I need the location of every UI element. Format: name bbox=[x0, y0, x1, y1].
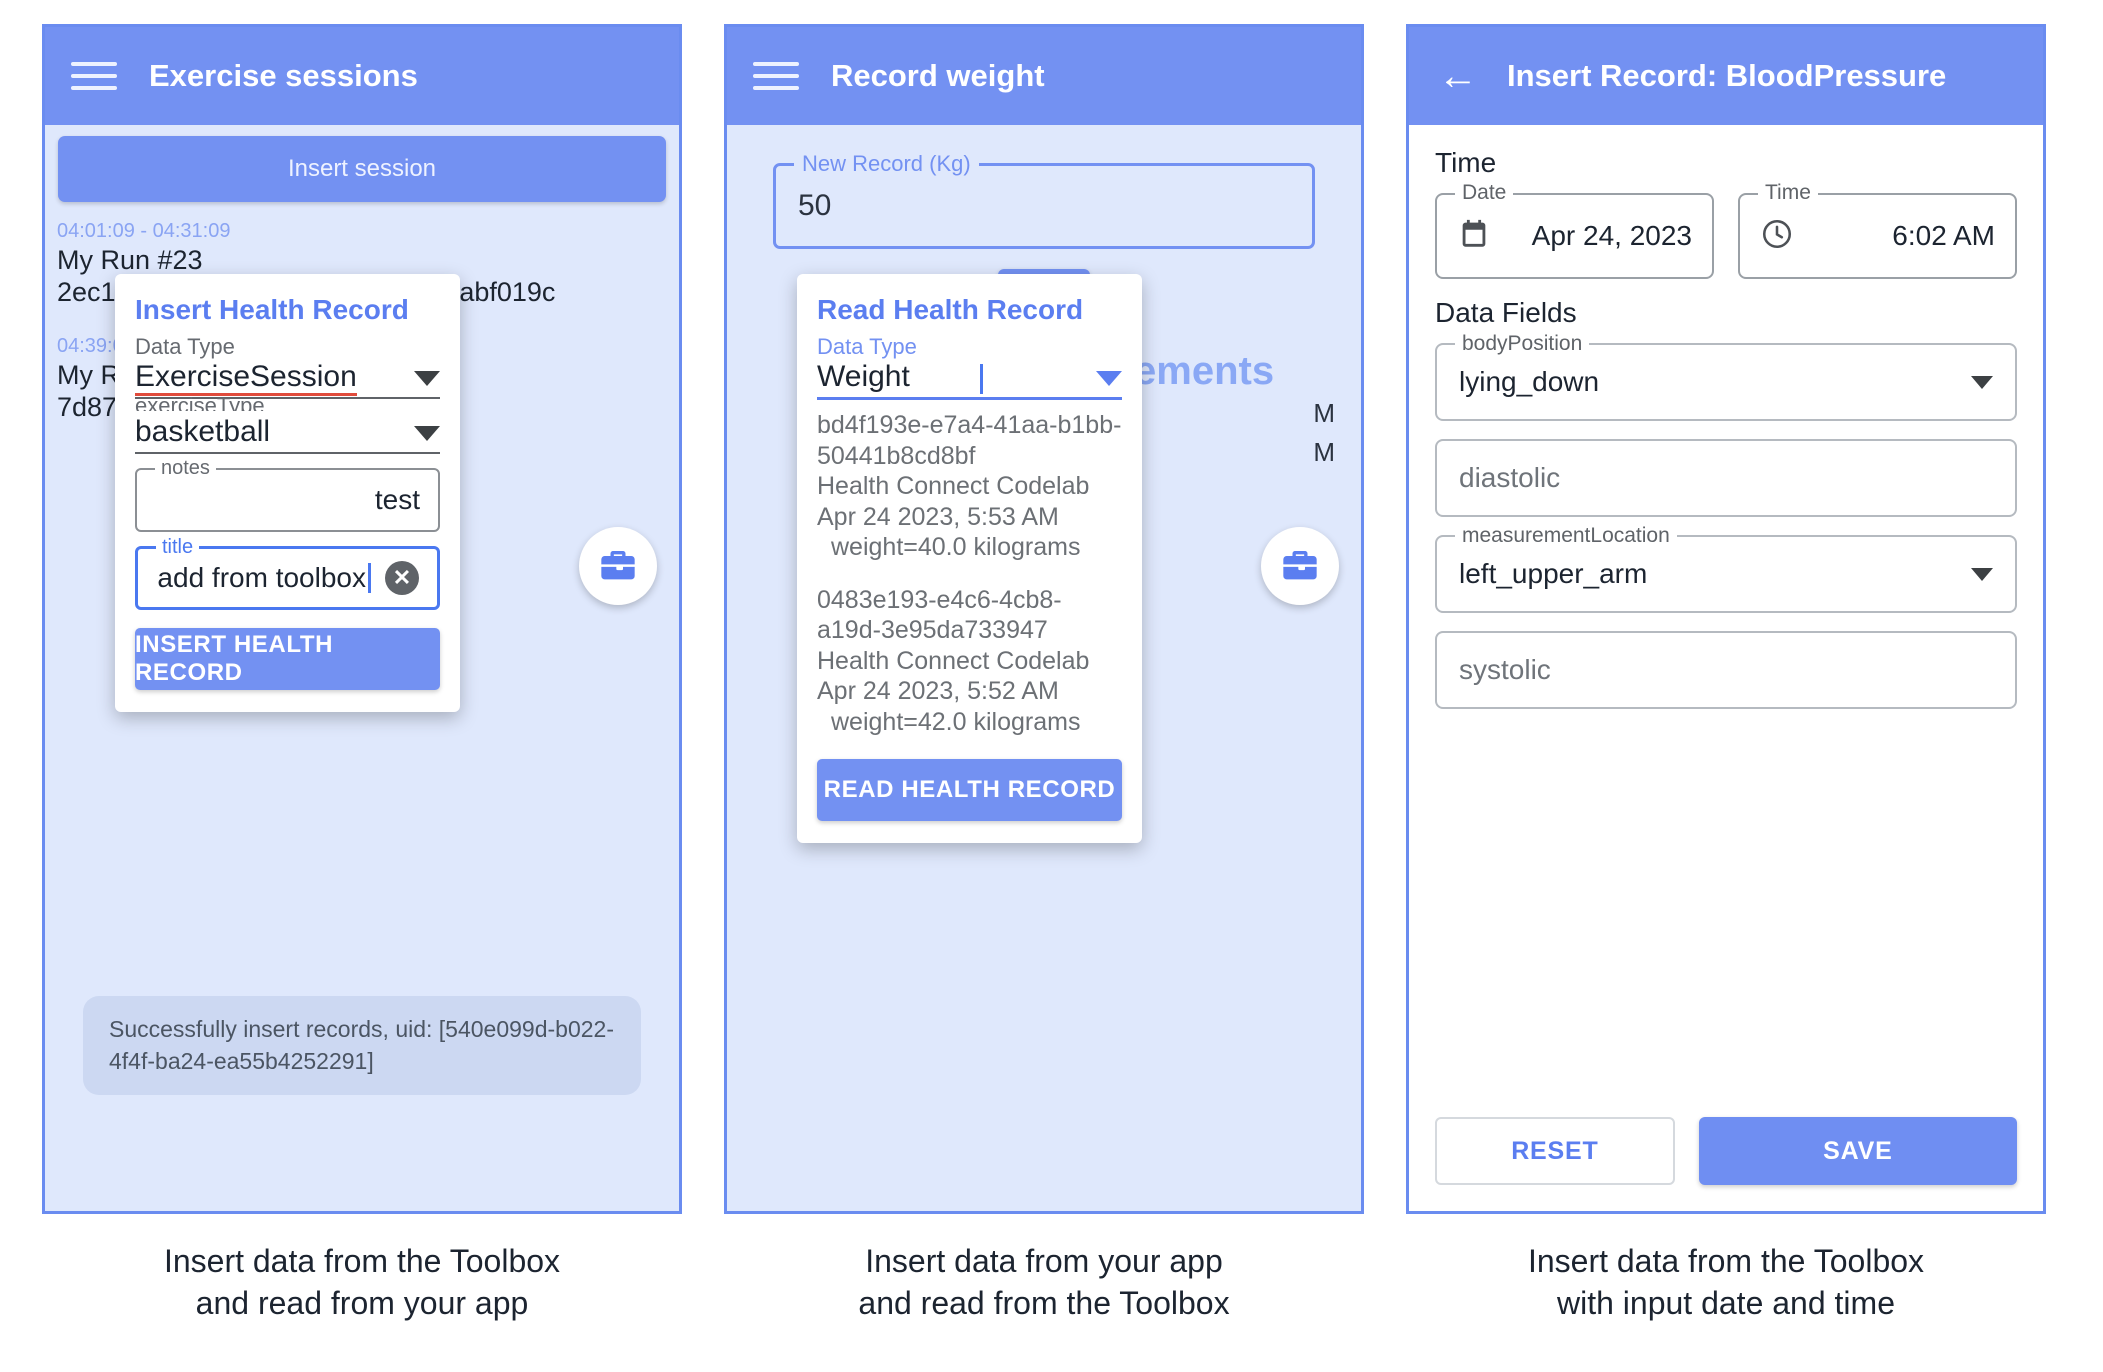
read-health-record-button[interactable]: READ HEALTH RECORD bbox=[817, 759, 1122, 821]
phone-frame-2: Record weight New Record (Kg) 50 Add Pre… bbox=[724, 24, 1364, 1214]
chevron-down-icon bbox=[414, 426, 440, 441]
record-timestamp: Apr 24 2023, 5:53 AM bbox=[817, 502, 1059, 531]
blood-pressure-form: Time Date Apr 24, 2023 Time 6:02 AM Data… bbox=[1409, 125, 2043, 709]
date-legend: Date bbox=[1455, 181, 1514, 205]
new-record-value: 50 bbox=[798, 189, 832, 222]
snackbar-message: Successfully insert records, uid: [540e0… bbox=[83, 995, 641, 1095]
toolbox-fab-1[interactable] bbox=[579, 527, 657, 605]
insert-health-record-button[interactable]: INSERT HEALTH RECORD bbox=[135, 628, 440, 690]
toolbox-icon bbox=[601, 551, 635, 580]
caption-2: Insert data from your app and read from … bbox=[858, 1243, 1230, 1322]
body-position-legend: bodyPosition bbox=[1455, 332, 1590, 356]
record-uid: 0483e193-e4c6-4cb8-a19d-3e95da733947 bbox=[817, 585, 1062, 645]
chevron-down-icon bbox=[414, 371, 440, 386]
notes-value: test bbox=[374, 484, 420, 515]
panel-record-weight: Record weight New Record (Kg) 50 Add Pre… bbox=[714, 24, 1374, 1324]
systolic-placeholder: systolic bbox=[1459, 654, 1551, 685]
record-source: Health Connect Codelab bbox=[817, 646, 1090, 675]
insert-health-record-dialog: Insert Health Record Data Type ExerciseS… bbox=[115, 274, 460, 712]
data-type-value: Weight bbox=[817, 360, 910, 393]
datetime-picker-row: Date Apr 24, 2023 Time 6:02 AM bbox=[1435, 181, 2017, 279]
title-field[interactable]: title add from toolbox ✕ bbox=[135, 536, 440, 610]
phone-frame-1: Exercise sessions Insert session 04:01:0… bbox=[42, 24, 682, 1214]
data-type-select[interactable]: Weight bbox=[817, 360, 1122, 400]
text-caret bbox=[368, 563, 371, 593]
data-type-label: Data Type bbox=[135, 334, 235, 359]
new-record-input[interactable]: New Record (Kg) 50 bbox=[773, 151, 1315, 249]
back-arrow-icon[interactable]: ← bbox=[1435, 53, 1481, 99]
read-health-record-dialog: Read Health Record Data Type Weight bd4f… bbox=[797, 274, 1142, 843]
title-label: title bbox=[156, 536, 200, 559]
form-actions: RESET SAVE bbox=[1435, 1117, 2017, 1185]
time-value: 6:02 AM bbox=[1892, 220, 1995, 251]
time-legend: Time bbox=[1758, 181, 1818, 205]
date-picker[interactable]: Date Apr 24, 2023 bbox=[1435, 181, 1714, 279]
caption-1: Insert data from the Toolbox and read fr… bbox=[163, 1243, 561, 1322]
time-picker[interactable]: Time 6:02 AM bbox=[1738, 181, 2017, 279]
measurement-location-dropdown[interactable]: measurementLocation left_upper_arm bbox=[1435, 524, 2017, 613]
record-source: Health Connect Codelab bbox=[817, 472, 1090, 500]
body-position-dropdown[interactable]: bodyPosition lying_down bbox=[1435, 332, 2017, 421]
data-type-label: Data Type bbox=[817, 334, 917, 359]
exercise-type-label: exerciseType bbox=[135, 393, 265, 411]
insert-session-button[interactable]: Insert session bbox=[58, 136, 666, 202]
diastolic-input[interactable]: diastolic bbox=[1435, 439, 2017, 517]
appbar-1: Exercise sessions bbox=[45, 27, 679, 125]
appbar-title-2: Record weight bbox=[831, 58, 1045, 93]
screenshot-board: Exercise sessions Insert session 04:01:0… bbox=[0, 0, 2103, 1324]
new-record-label: New Record (Kg) bbox=[794, 151, 979, 177]
list-item: bd4f193e-e7a4-41aa-b1bb-50441b8cd8bf Hea… bbox=[817, 410, 1122, 563]
exercise-type-value: basketball bbox=[135, 415, 271, 448]
notes-field[interactable]: notes test bbox=[135, 457, 440, 532]
clock-icon bbox=[1760, 217, 1794, 256]
diastolic-placeholder: diastolic bbox=[1459, 462, 1561, 493]
hamburger-menu-icon[interactable] bbox=[71, 53, 117, 99]
toolbox-icon bbox=[1283, 551, 1317, 580]
dialog-title: Read Health Record bbox=[817, 294, 1084, 325]
appbar-title-3: Insert Record: BloodPressure bbox=[1507, 58, 1947, 93]
chevron-down-icon bbox=[1971, 375, 1993, 389]
notes-label: notes bbox=[155, 457, 216, 480]
record-list: bd4f193e-e7a4-41aa-b1bb-50441b8cd8bf Hea… bbox=[797, 400, 1142, 737]
measurement-location-legend: measurementLocation bbox=[1455, 524, 1677, 548]
time-section-label: Time bbox=[1435, 147, 1497, 178]
body-position-value: lying_down bbox=[1459, 366, 1600, 397]
toolbox-fab-2[interactable] bbox=[1261, 527, 1339, 605]
list-item: 0483e193-e4c6-4cb8-a19d-3e95da733947 Hea… bbox=[817, 585, 1122, 738]
clear-circle-icon[interactable]: ✕ bbox=[385, 561, 419, 595]
measurement-location-value: left_upper_arm bbox=[1459, 558, 1648, 589]
hamburger-menu-icon[interactable] bbox=[753, 53, 799, 99]
date-value: Apr 24, 2023 bbox=[1531, 220, 1692, 251]
data-type-value: ExerciseSession bbox=[135, 360, 357, 396]
chevron-down-icon bbox=[1095, 371, 1122, 386]
panel-insert-blood-pressure: ← Insert Record: BloodPressure Time Date… bbox=[1396, 24, 2056, 1324]
appbar-3: ← Insert Record: BloodPressure bbox=[1409, 27, 2043, 125]
dialog-title: Insert Health Record bbox=[135, 294, 409, 325]
exercise-type-select[interactable]: basketball bbox=[135, 415, 440, 454]
record-value: weight=42.0 kilograms bbox=[831, 707, 1081, 736]
title-value: add from toolbox bbox=[157, 562, 366, 593]
text-caret bbox=[980, 364, 984, 394]
session-time: 04:01:09 - 04:31:09 bbox=[57, 220, 231, 242]
reset-button[interactable]: RESET bbox=[1435, 1117, 1675, 1185]
appbar-2: Record weight bbox=[727, 27, 1361, 125]
appbar-title-1: Exercise sessions bbox=[149, 58, 418, 93]
record-uid: bd4f193e-e7a4-41aa-b1bb-50441b8cd8bf bbox=[817, 411, 1122, 470]
record-value: weight=40.0 kilograms bbox=[831, 533, 1081, 561]
chevron-down-icon bbox=[1971, 567, 1993, 581]
data-fields-label: Data Fields bbox=[1435, 297, 1577, 328]
calendar-icon bbox=[1457, 217, 1491, 256]
session-name: My Run #23 bbox=[57, 245, 203, 275]
systolic-input[interactable]: systolic bbox=[1435, 631, 2017, 709]
panel-exercise-sessions: Exercise sessions Insert session 04:01:0… bbox=[32, 24, 692, 1324]
caption-3: Insert data from the Toolbox with input … bbox=[1527, 1243, 1925, 1322]
save-button[interactable]: SAVE bbox=[1698, 1117, 2017, 1185]
record-timestamp: Apr 24 2023, 5:52 AM bbox=[817, 677, 1059, 705]
phone-frame-3: ← Insert Record: BloodPressure Time Date… bbox=[1406, 24, 2046, 1214]
